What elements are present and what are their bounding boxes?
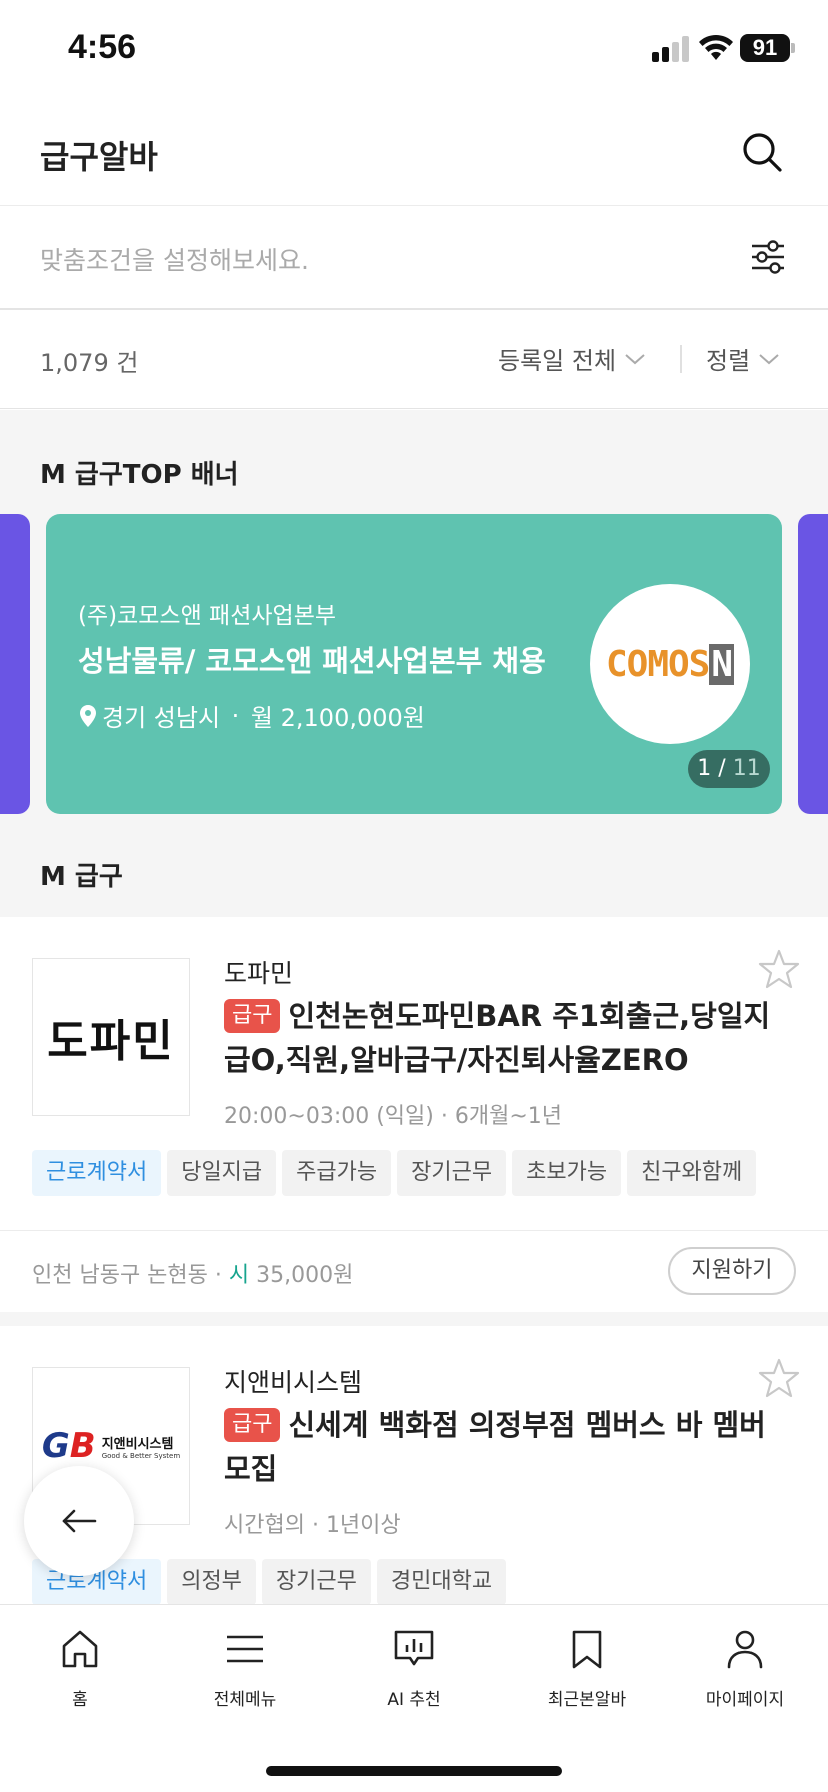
- job-location: 인천 남동구 논현동 ·: [32, 1263, 229, 1288]
- logo-korean-text: 지앤비시스템: [101, 1436, 174, 1452]
- job-schedule: 시간협의 · 1년이상: [224, 1513, 401, 1538]
- date-filter-dropdown[interactable]: 등록일 전체: [498, 341, 646, 376]
- card-footer: 인천 남동구 논현동 · 시 35,000원 지원하기: [0, 1230, 828, 1312]
- banner-location: 경기 성남시: [102, 704, 221, 732]
- job-title-text: 인천논현도파민BAR 주1회출근,당일지급O,직원,알바급구/자진퇴사율ZERO: [224, 999, 771, 1077]
- tag: 당일지급: [167, 1150, 277, 1196]
- nav-label: 전체메뉴: [213, 1690, 277, 1710]
- logo-english-text: Good & Better System: [101, 1451, 181, 1460]
- tag: 초보가능: [512, 1150, 622, 1196]
- chevron-down-icon: [625, 353, 645, 364]
- star-icon[interactable]: [758, 949, 800, 989]
- apply-button[interactable]: 지원하기: [668, 1247, 796, 1295]
- person-icon: [727, 1630, 763, 1669]
- chevron-down-icon: [759, 353, 779, 364]
- nav-label: AI 추천: [387, 1690, 441, 1710]
- home-icon: [62, 1630, 98, 1668]
- banner-pay: 월 2,100,000원: [250, 704, 425, 732]
- custom-filter-bar[interactable]: 맞춤조건을 설정해보세요.: [0, 207, 828, 310]
- wifi-icon: [699, 34, 733, 60]
- jobs-section-title: M 급구: [40, 862, 123, 892]
- urgent-badge: 급구: [224, 1408, 281, 1442]
- date-filter-label: 등록일 전체: [498, 347, 617, 375]
- pay-amount: 35,000원: [249, 1263, 354, 1288]
- job-card[interactable]: 도파민 도파민 급구 인천논현도파민BAR 주1회출근,당일지급O,직원,알바급구…: [0, 917, 828, 1312]
- location-pay: 인천 남동구 논현동 · 시 35,000원: [32, 1257, 353, 1289]
- nav-label: 홈: [72, 1690, 88, 1710]
- status-time: 4:56: [68, 28, 137, 66]
- nav-recent-jobs[interactable]: 최근본알바: [512, 1627, 662, 1710]
- menu-icon: [227, 1635, 263, 1663]
- tag: 장기근무: [261, 1559, 371, 1604]
- gnb-logo: GB 지앤비시스템 Good & Better System: [42, 1426, 180, 1466]
- filter-settings-icon[interactable]: [748, 237, 788, 277]
- cellular-signal-icon: [652, 36, 692, 62]
- page-title: 급구알바: [40, 138, 158, 176]
- tag: 의정부: [167, 1559, 256, 1604]
- job-card[interactable]: GB 지앤비시스템 Good & Better System 지앤비시스템 급구…: [0, 1326, 828, 1604]
- pager-separator: /: [711, 756, 733, 781]
- job-title[interactable]: 급구 인천논현도파민BAR 주1회출근,당일지급O,직원,알바급구/자진퇴사율ZE…: [224, 994, 794, 1082]
- back-button[interactable]: [24, 1466, 134, 1576]
- battery-cap: [791, 43, 795, 53]
- pay-type: 시: [228, 1263, 250, 1288]
- battery-icon: 91: [740, 34, 790, 62]
- job-title-text: 신세계 백화점 의정부점 멤버스 바 멤버 모집: [224, 1408, 766, 1486]
- comosn-logo: COMOSN: [590, 584, 750, 744]
- nav-home[interactable]: 홈: [5, 1627, 155, 1710]
- tag-list: 근로계약서 의정부 장기근무 경민대학교: [32, 1559, 796, 1604]
- banner-meta: 경기 성남시 · 월 2,100,000원: [78, 698, 425, 733]
- job-title[interactable]: 급구 신세계 백화점 의정부점 멤버스 바 멤버 모집: [224, 1403, 794, 1491]
- job-schedule: 20:00~03:00 (익일) · 6개월~1년: [224, 1104, 563, 1129]
- sort-label: 정렬: [706, 347, 751, 375]
- tag-list: 근로계약서 당일지급 주급가능 장기근무 초보가능 친구와함께: [32, 1150, 796, 1198]
- filter-placeholder: 맞춤조건을 설정해보세요.: [40, 246, 309, 275]
- nav-label: 최근본알바: [547, 1690, 627, 1710]
- company-logo-text: 도파민: [47, 1016, 175, 1067]
- app-header: 급구알바: [0, 100, 828, 206]
- banner-title: 성남물류/ 코모스앤 패션사업본부 채용: [78, 644, 546, 678]
- tag: 경민대학교: [376, 1559, 507, 1604]
- status-bar: 4:56 91: [0, 0, 828, 100]
- nav-label: 마이페이지: [705, 1690, 785, 1710]
- ai-chart-icon: [394, 1630, 434, 1666]
- gnb-logo-mark: GB: [41, 1426, 96, 1466]
- card-separator: [0, 1312, 828, 1326]
- home-indicator: [266, 1766, 562, 1776]
- toolbar-divider: [680, 345, 682, 373]
- nav-my-page[interactable]: 마이페이지: [670, 1627, 820, 1710]
- banner-separator: ·: [224, 701, 247, 730]
- next-banner-peek[interactable]: [798, 514, 828, 814]
- sort-dropdown[interactable]: 정렬: [706, 341, 780, 376]
- urgent-badge: 급구: [224, 999, 281, 1033]
- previous-banner-peek[interactable]: [0, 514, 30, 814]
- top-banner-card[interactable]: (주)코모스앤 패션사업본부 성남물류/ 코모스앤 패션사업본부 채용 경기 성…: [46, 514, 782, 814]
- star-icon[interactable]: [758, 1358, 800, 1398]
- company-name: 지앤비시스템: [224, 1368, 363, 1397]
- arrow-left-icon: [62, 1509, 97, 1533]
- banner-section-title: M 급구TOP 배너: [40, 460, 239, 490]
- nav-ai-recommend[interactable]: AI 추천: [339, 1627, 489, 1710]
- location-pin-icon: [80, 704, 96, 727]
- company-name: 도파민: [224, 959, 294, 988]
- tag: 근로계약서: [32, 1150, 162, 1196]
- result-count: 1,079 건: [40, 349, 139, 377]
- bottom-navigation: 홈 전체메뉴 AI 추천 최근본알바 마이페이지: [0, 1604, 828, 1792]
- result-toolbar: 1,079 건 등록일 전체 정렬: [0, 311, 828, 409]
- logo-wordmark: COMOSN: [605, 643, 735, 685]
- company-logo: 도파민: [32, 958, 190, 1116]
- nav-all-menu[interactable]: 전체메뉴: [170, 1627, 320, 1710]
- pager-current: 1: [697, 756, 712, 781]
- search-icon[interactable]: [740, 130, 784, 174]
- bookmark-icon: [572, 1630, 602, 1669]
- banner-pager: 1 / 11: [688, 750, 770, 788]
- banner-company: (주)코모스앤 패션사업본부: [78, 603, 337, 629]
- tag: 친구와함께: [627, 1150, 757, 1196]
- pager-total: 11: [732, 756, 761, 781]
- tag: 장기근무: [397, 1150, 507, 1196]
- tag: 주급가능: [282, 1150, 392, 1196]
